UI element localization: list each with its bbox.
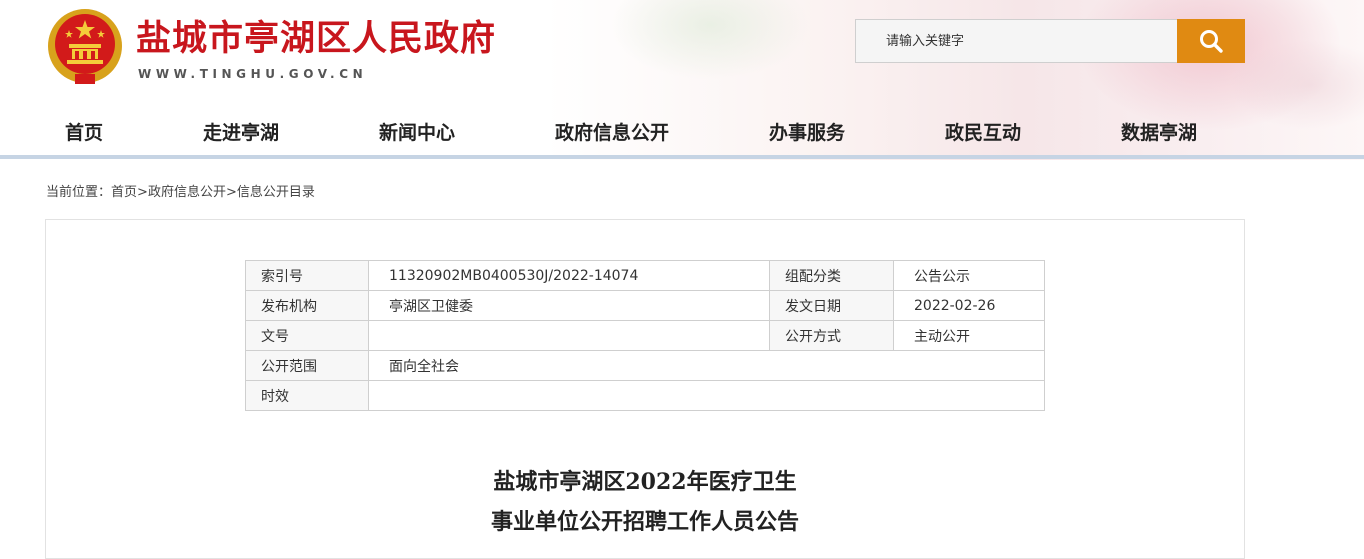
- meta-label-validity: 时效: [245, 380, 369, 411]
- meta-value-date: 2022-02-26: [893, 290, 1045, 321]
- table-row: 文号 公开方式 主动公开: [245, 320, 1045, 351]
- article-title-line-1: 盐城市亭湖区2022年医疗卫生: [493, 469, 797, 495]
- nav-item-gov-info[interactable]: 政府信息公开: [555, 118, 669, 145]
- table-row: 发布机构 亭湖区卫健委 发文日期 2022-02-26: [245, 290, 1045, 321]
- meta-label-date: 发文日期: [769, 290, 894, 321]
- meta-value-method: 主动公开: [893, 320, 1045, 351]
- meta-value-index: 11320902MB0400530J/2022-14074: [368, 260, 770, 291]
- table-row: 公开范围 面向全社会: [245, 350, 1045, 381]
- meta-value-category: 公告公示: [893, 260, 1045, 291]
- breadcrumb-separator: >: [225, 185, 237, 200]
- meta-label-method: 公开方式: [769, 320, 894, 351]
- article-title: 盐城市亭湖区2022年医疗卫生 事业单位公开招聘工作人员公告: [345, 462, 945, 542]
- search-box: [855, 19, 1245, 63]
- meta-value-validity: [368, 380, 1045, 411]
- breadcrumb-gov-info[interactable]: 政府信息公开: [148, 185, 226, 200]
- nav-item-home[interactable]: 首页: [65, 118, 103, 145]
- nav-divider: [0, 155, 1364, 159]
- header-decoration: [610, 0, 810, 80]
- national-emblem-icon[interactable]: [45, 6, 125, 88]
- search-button[interactable]: [1177, 19, 1245, 63]
- nav-item-interaction[interactable]: 政民互动: [945, 118, 1021, 145]
- breadcrumb: 当前位置：首页>政府信息公开>信息公开目录: [46, 181, 315, 200]
- metadata-table: 索引号 11320902MB0400530J/2022-14074 组配分类 公…: [245, 260, 1045, 411]
- meta-value-doc-number: [368, 320, 770, 351]
- nav-item-services[interactable]: 办事服务: [769, 118, 845, 145]
- meta-value-publisher: 亭湖区卫健委: [368, 290, 770, 321]
- nav-item-news[interactable]: 新闻中心: [379, 118, 455, 145]
- table-row: 索引号 11320902MB0400530J/2022-14074 组配分类 公…: [245, 260, 1045, 291]
- site-header: 盐城市亭湖区人民政府 WWW.TINGHU.GOV.CN 首页 走进亭湖 新闻中…: [0, 0, 1364, 160]
- search-input[interactable]: [856, 20, 1178, 62]
- breadcrumb-catalog[interactable]: 信息公开目录: [237, 185, 315, 200]
- meta-label-index: 索引号: [245, 260, 369, 291]
- meta-label-doc-number: 文号: [245, 320, 369, 351]
- nav-item-about[interactable]: 走进亭湖: [203, 118, 279, 145]
- nav-item-data[interactable]: 数据亭湖: [1121, 118, 1197, 145]
- meta-label-scope: 公开范围: [245, 350, 369, 381]
- site-url: WWW.TINGHU.GOV.CN: [138, 67, 368, 81]
- site-title[interactable]: 盐城市亭湖区人民政府: [136, 10, 496, 61]
- breadcrumb-separator: >: [137, 185, 148, 200]
- table-row: 时效: [245, 380, 1045, 411]
- breadcrumb-prefix: 当前位置：: [46, 185, 112, 200]
- meta-label-publisher: 发布机构: [245, 290, 369, 321]
- meta-label-category: 组配分类: [769, 260, 894, 291]
- meta-value-scope: 面向全社会: [368, 350, 1045, 381]
- breadcrumb-home[interactable]: 首页: [111, 185, 137, 200]
- article-title-line-2: 事业单位公开招聘工作人员公告: [490, 509, 799, 535]
- main-nav: 首页 走进亭湖 新闻中心 政府信息公开 办事服务 政民互动 数据亭湖: [0, 110, 1364, 154]
- search-icon: [1200, 30, 1223, 53]
